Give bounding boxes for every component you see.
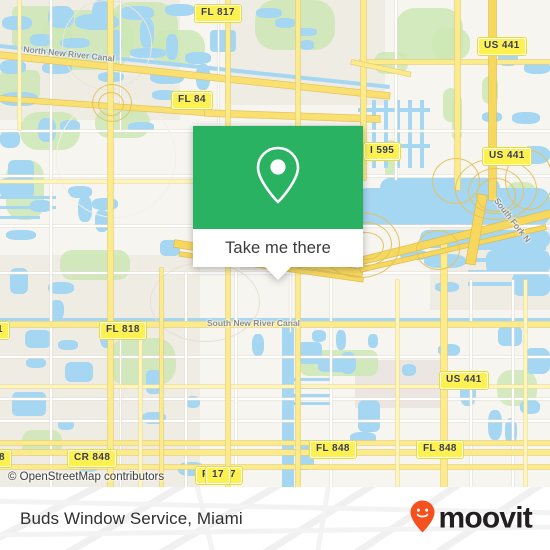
main-road-fl817 [108, 0, 113, 487]
osm-attribution: © OpenStreetMap contributors [8, 471, 165, 483]
water-body [48, 282, 74, 294]
main-road [296, 268, 300, 487]
map-pin-icon [254, 144, 302, 211]
minor-road [0, 398, 550, 400]
residential-loop [150, 262, 260, 342]
minor-road [120, 330, 122, 487]
road-shield[interactable]: FL 84 [171, 91, 213, 110]
main-road [0, 441, 550, 445]
footer-bar: Buds Window Service, Miami moovit [0, 487, 550, 550]
canal-grid [286, 376, 332, 406]
water-body [2, 16, 32, 30]
water-body [524, 348, 550, 374]
interchange-ramp [98, 92, 124, 116]
water-body [166, 34, 178, 60]
water-body [312, 330, 326, 342]
water-body [0, 60, 26, 74]
park-area [432, 28, 470, 60]
water-body [520, 400, 540, 414]
water-body [358, 400, 380, 432]
water-body [512, 112, 540, 124]
minor-road [0, 420, 550, 422]
minor-road [0, 356, 550, 358]
secondary-road [396, 280, 399, 487]
minor-road [50, 0, 52, 487]
interchange-ramp [432, 158, 480, 204]
callout-tail [265, 267, 291, 280]
water-body [368, 334, 378, 348]
water-body [210, 30, 236, 52]
road-shield-partial[interactable]: 1 [0, 321, 10, 340]
road-shield[interactable]: FL 818 [99, 321, 147, 340]
main-road [160, 268, 163, 487]
water-body [50, 300, 64, 320]
water-body [488, 410, 502, 440]
residential-loop [62, 0, 152, 90]
main-road [296, 0, 300, 130]
water-body [185, 52, 211, 64]
secondary-road [139, 326, 142, 487]
road-shield[interactable]: CR 848 [66, 449, 118, 468]
take-me-there-label: Take me there [225, 238, 331, 257]
road-shield-partial[interactable]: 8 [0, 449, 12, 468]
park-area [60, 250, 130, 280]
road-shield[interactable]: US 441 [482, 147, 532, 166]
moovit-wordmark: moovit [438, 501, 532, 535]
water-body [252, 334, 264, 356]
water-body [65, 362, 93, 382]
road-shield[interactable]: US 441 [439, 371, 489, 390]
interchange-ramp [416, 230, 460, 270]
minor-road [512, 280, 514, 487]
road-shield-partial[interactable]: 17 [205, 466, 231, 485]
water-body [26, 358, 46, 368]
moovit-logo[interactable]: moovit [409, 499, 533, 538]
secondary-road [18, 0, 21, 130]
map-screenshot: FL 817 US 441 FL 84 I 595 US 441 FL 818 … [0, 0, 550, 550]
road-shield[interactable]: US 441 [477, 37, 527, 56]
road-shield[interactable]: I 595 [362, 142, 402, 161]
road-shield[interactable]: FL 848 [416, 440, 464, 459]
map-water-label: South New River Canal [207, 318, 301, 328]
main-road [226, 260, 230, 487]
water-body [300, 40, 314, 50]
moovit-smiley-pin-icon [409, 499, 436, 538]
callout-header [193, 126, 363, 229]
water-body [165, 4, 195, 16]
water-body [498, 326, 522, 346]
secondary-road [524, 280, 527, 487]
water-body [25, 330, 51, 348]
water-body [58, 420, 74, 430]
place-title: Buds Window Service, Miami [20, 508, 243, 528]
water-body [336, 330, 346, 350]
water-body [402, 364, 416, 376]
water-body [58, 340, 78, 350]
road-shield[interactable]: FL 848 [309, 440, 357, 459]
location-callout[interactable]: Take me there [193, 126, 363, 280]
road-shield[interactable]: FL 817 [194, 4, 242, 23]
water-body [0, 130, 20, 148]
park-area [108, 338, 176, 386]
water-body [275, 18, 295, 28]
water-body [22, 404, 42, 414]
water-body [256, 8, 282, 18]
callout-action[interactable]: Take me there [193, 229, 363, 267]
water-body [435, 282, 459, 292]
